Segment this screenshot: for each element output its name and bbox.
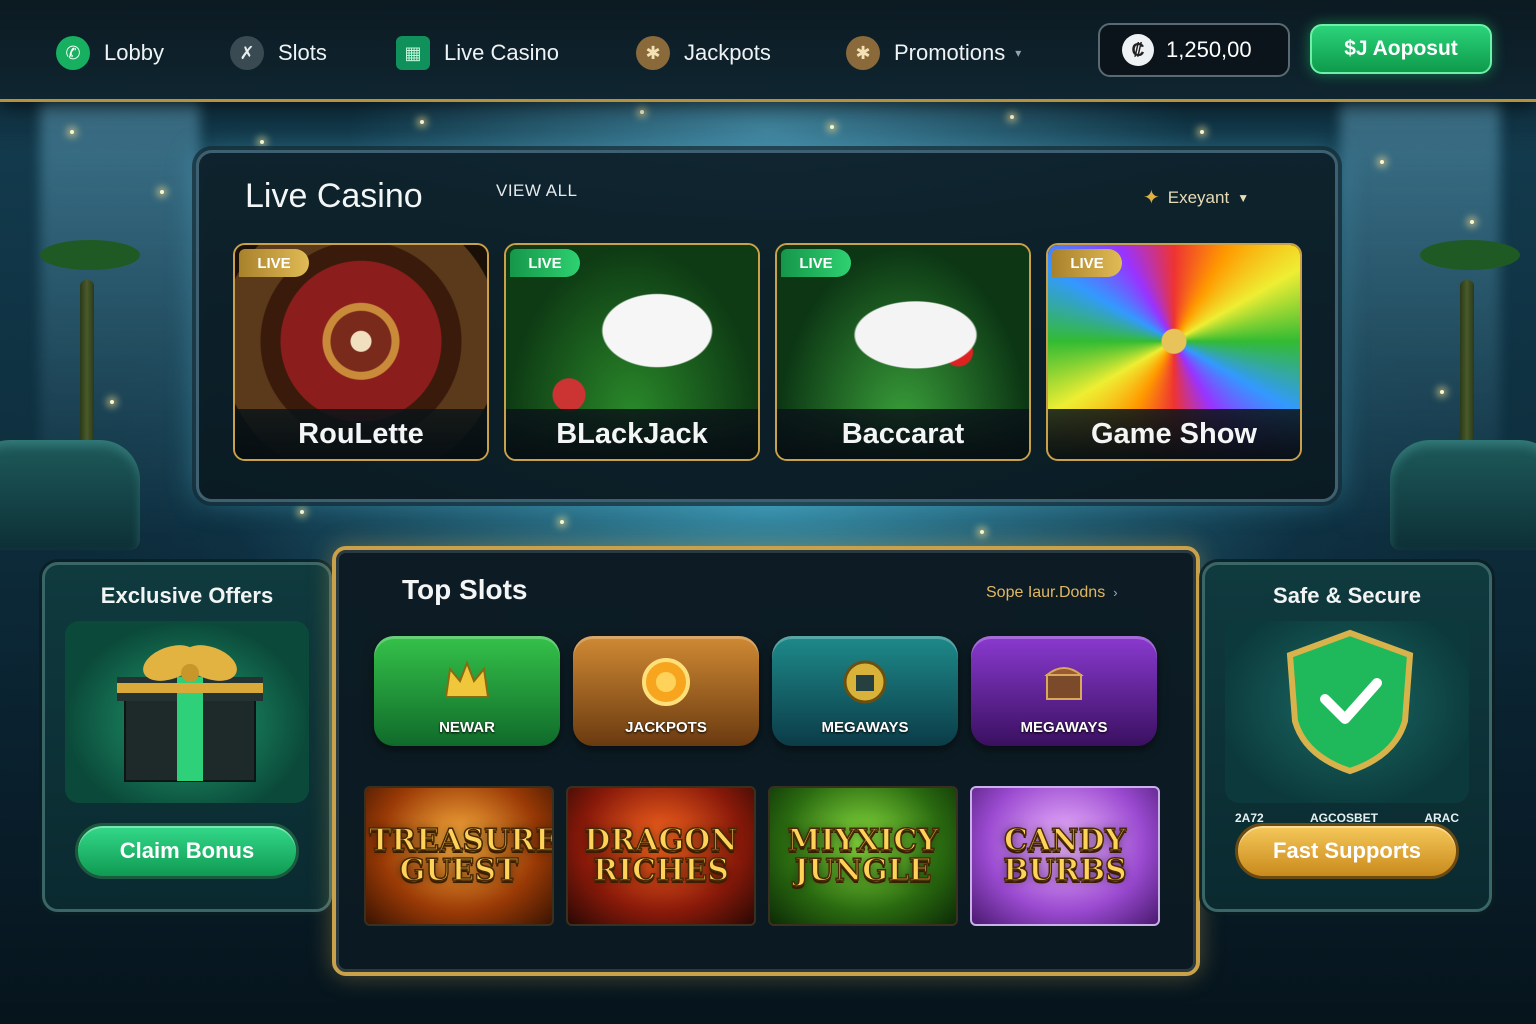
game-card-blackjack[interactable]: LIVE BLackJack xyxy=(504,243,760,461)
shield-check-icon xyxy=(1286,629,1414,775)
exclusive-offers-panel: Exclusive Offers Claim Bonus xyxy=(42,562,332,912)
slot-game-title: MIYXICY JUNGLE xyxy=(787,823,940,888)
top-slots-title: Top Slots xyxy=(402,574,528,605)
slot-game-treasure-guest[interactable]: TREASURE GUEST xyxy=(364,786,554,926)
slot-game-dragon-riches[interactable]: DRAGON RICHES xyxy=(566,786,756,926)
balance-display[interactable]: ₡ 1,250,00 xyxy=(1098,23,1290,77)
nav-item-jackpots[interactable]: ✱ Jackpots xyxy=(636,35,771,71)
claim-bonus-button[interactable]: Claim Bonus xyxy=(75,823,299,879)
chevron-down-icon: ▾ xyxy=(1015,46,1022,60)
nav-item-live-casino[interactable]: ▦ Live Casino xyxy=(396,35,559,71)
live-badge: LIVE xyxy=(239,249,309,277)
sparkle-icon: ✦ xyxy=(1143,187,1160,209)
coin-icon xyxy=(642,658,690,706)
shield-emblem-icon xyxy=(843,660,887,704)
crown-icon xyxy=(444,660,490,698)
nav-item-promotions[interactable]: ✱ Promotions ▾ xyxy=(846,35,1021,71)
slot-game-title: DRAGON RICHES xyxy=(584,823,739,888)
security-title: Safe & Secure xyxy=(1273,583,1421,608)
nav-label: Slots xyxy=(278,40,327,65)
phone-icon: ✆ xyxy=(56,36,90,70)
safe-secure-panel: Safe & Secure 2A72 AGCOSBET ARAC Fast Su… xyxy=(1202,562,1492,912)
nav-label: Jackpots xyxy=(684,40,771,65)
nav-label: Lobby xyxy=(104,40,164,65)
currency-coin-icon: ₡ xyxy=(1122,34,1154,66)
game-card-title: RouLette xyxy=(235,409,487,459)
category-label: JACKPOTS xyxy=(625,719,707,736)
fast-support-button[interactable]: Fast Supports xyxy=(1235,823,1459,879)
category-label: MEGAWAYS xyxy=(821,719,909,736)
game-card-roulette[interactable]: LIVE RouLette xyxy=(233,243,489,461)
category-label: MEGAWAYS xyxy=(1020,719,1108,736)
live-badge: LIVE xyxy=(510,249,580,277)
gift-icon xyxy=(117,645,263,782)
slot-game-candy-burbs[interactable]: CANDY BURBS xyxy=(970,786,1160,926)
slot-game-miyxicy-jungle[interactable]: MIYXICY JUNGLE xyxy=(768,786,958,926)
lounge-sofa-left xyxy=(0,440,140,550)
deposit-button[interactable]: $J Aoposut xyxy=(1310,24,1492,74)
game-card-title: BLackJack xyxy=(506,409,758,459)
filter-dropdown[interactable]: ✦ Exeyant ▼ xyxy=(1143,185,1249,210)
slot-icon: ✗ xyxy=(230,36,264,70)
chevron-right-icon: › xyxy=(1113,585,1118,600)
live-casino-icon: ▦ xyxy=(396,36,430,70)
slot-game-title: CANDY BURBS xyxy=(1003,823,1128,888)
lounge-sofa-right xyxy=(1390,440,1536,550)
jackpot-icon: ✱ xyxy=(636,36,670,70)
game-card-title: Game Show xyxy=(1048,409,1300,459)
promotions-icon: ✱ xyxy=(846,36,880,70)
balance-amount: 1,250,00 xyxy=(1166,37,1252,62)
game-card-title: Baccarat xyxy=(777,409,1029,459)
see-all-label: Sope Iaur.Dodns xyxy=(986,584,1106,601)
nav-item-lobby[interactable]: ✆ Lobby xyxy=(56,35,164,71)
category-jackpots[interactable]: JACKPOTS xyxy=(573,636,759,746)
live-badge: LIVE xyxy=(781,249,851,277)
slot-game-title: TREASURE GUEST xyxy=(368,823,554,888)
view-all-link[interactable]: VIEW ALL xyxy=(496,181,577,201)
gift-box-image xyxy=(65,621,309,803)
see-all-slots-link[interactable]: Sope Iaur.Dodns › xyxy=(986,584,1118,602)
live-casino-panel: Live Casino VIEW ALL ✦ Exeyant ▼ LIVE Ro… xyxy=(196,150,1338,502)
top-slots-panel: Top Slots Sope Iaur.Dodns › NEWAR JACKPOT… xyxy=(332,546,1200,976)
category-new[interactable]: NEWAR xyxy=(374,636,560,746)
live-badge: LIVE xyxy=(1052,249,1122,277)
treasure-chest-icon xyxy=(1044,667,1084,700)
game-card-baccarat[interactable]: LIVE Baccarat xyxy=(775,243,1031,461)
category-label: NEWAR xyxy=(439,719,495,736)
top-navigation-bar: ✆ Lobby ✗ Slots ▦ Live Casino ✱ Jackpots… xyxy=(0,0,1536,102)
category-megaways-2[interactable]: MEGAWAYS xyxy=(971,636,1157,746)
game-card-game-show[interactable]: LIVE Game Show xyxy=(1046,243,1302,461)
security-badge-area: 2A72 AGCOSBET ARAC xyxy=(1225,621,1469,825)
offers-title: Exclusive Offers xyxy=(100,583,274,608)
nav-item-slots[interactable]: ✗ Slots xyxy=(230,35,327,71)
nav-label: Promotions xyxy=(894,40,1006,65)
filter-label: Exeyant xyxy=(1167,187,1230,207)
chevron-down-icon: ▼ xyxy=(1237,190,1250,205)
nav-label: Live Casino xyxy=(444,40,559,65)
category-megaways-1[interactable]: MEGAWAYS xyxy=(772,636,958,746)
live-casino-title: Live Casino xyxy=(245,177,423,215)
